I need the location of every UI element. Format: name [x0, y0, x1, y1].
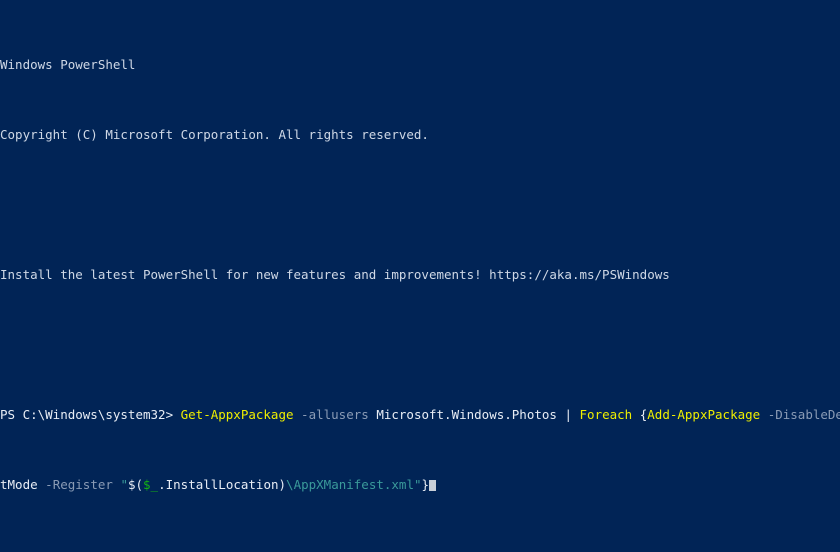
terminal-line-command-row-2[interactable]: tMode -Register "$($_.InstallLocation)\A… — [0, 478, 840, 492]
command-token-operator: $( — [128, 478, 143, 492]
command-token-parameter: -DisableDevelopmen — [768, 408, 840, 422]
install-notice-text: Install the latest PowerShell for new fe… — [0, 268, 670, 282]
command-token-white: .InstallLocation — [158, 478, 278, 492]
command-token-parameter: -Register — [45, 478, 113, 492]
terminal-line-install-notice: Install the latest PowerShell for new fe… — [0, 268, 840, 282]
powershell-terminal-window[interactable]: Windows PowerShell Copyright (C) Microso… — [0, 0, 840, 552]
command-token-default — [760, 408, 768, 422]
command-token-white: tMode — [0, 478, 38, 492]
command-token-string: " — [120, 478, 128, 492]
command-token-operator: | — [564, 408, 572, 422]
command-token-operator: } — [422, 478, 430, 492]
command-token-cmdlet: Get-AppxPackage — [181, 408, 294, 422]
command-token-operator: ) — [279, 478, 287, 492]
terminal-line-blank-2 — [0, 338, 840, 352]
command-token-variable: $_ — [143, 478, 158, 492]
command-token-string: \AppXManifest.xml" — [286, 478, 421, 492]
command-token-default — [632, 408, 640, 422]
banner-copyright-text: Copyright (C) Microsoft Corporation. All… — [0, 128, 429, 142]
terminal-line-banner-title: Windows PowerShell — [0, 58, 840, 72]
terminal-line-command-row-1[interactable]: PS C:\Windows\system32> Get-AppxPackage … — [0, 408, 840, 422]
command-token-parameter: -allusers — [301, 408, 369, 422]
terminal-screen: Windows PowerShell Copyright (C) Microso… — [0, 2, 840, 534]
command-token-white: Microsoft.Windows.Photos — [376, 408, 557, 422]
terminal-line-blank-1 — [0, 198, 840, 212]
shell-prompt: PS C:\Windows\system32> — [0, 408, 181, 422]
text-cursor — [429, 480, 436, 491]
banner-title-text: Windows PowerShell — [0, 58, 135, 72]
command-token-cmdlet: Foreach — [580, 408, 633, 422]
command-tokens-row-1[interactable]: Get-AppxPackage -allusers Microsoft.Wind… — [181, 408, 840, 422]
command-token-default — [294, 408, 302, 422]
command-tokens-row-2[interactable]: tMode -Register "$($_.InstallLocation)\A… — [0, 478, 429, 492]
command-token-cmdlet: Add-AppxPackage — [647, 408, 760, 422]
terminal-line-copyright: Copyright (C) Microsoft Corporation. All… — [0, 128, 840, 142]
command-token-default — [572, 408, 580, 422]
